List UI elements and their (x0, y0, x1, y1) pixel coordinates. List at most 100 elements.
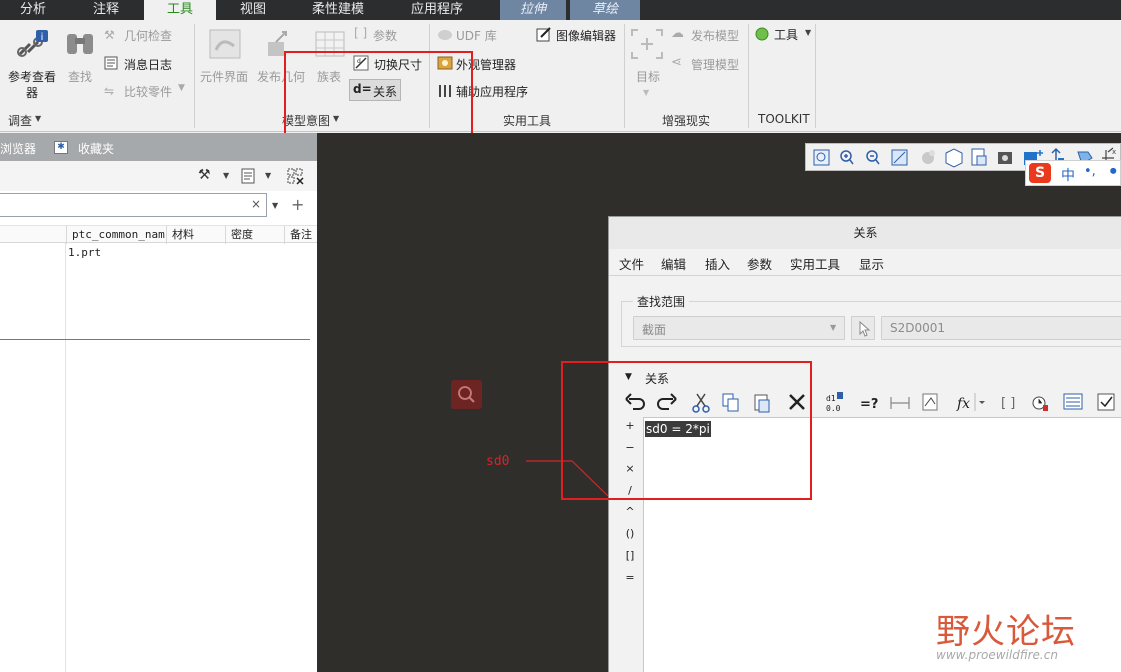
divider (609, 275, 1121, 276)
target-icon (631, 29, 663, 59)
tab-tools[interactable]: 工具 (144, 0, 216, 20)
udf-library-button[interactable]: UDF 库 (456, 27, 497, 44)
toolkit-group-label: TOOLKIT (758, 112, 810, 126)
search-icon (458, 386, 475, 403)
component-interface-button[interactable]: 元件界面 (200, 68, 248, 85)
chevron-down-icon[interactable]: ▼ (178, 83, 185, 93)
parameters-icon: [ ] (354, 26, 368, 40)
menu-insert[interactable]: 插入 (705, 254, 730, 273)
column-header-notes[interactable]: 备注 (284, 226, 317, 244)
tools-icon[interactable]: ⚒ (198, 167, 211, 183)
tab-sketch[interactable]: 草绘 (570, 0, 640, 20)
ime-toolbar: S 中 •, ⏺ (1025, 160, 1121, 186)
operator-parentheses-button[interactable]: () (623, 527, 637, 540)
investigate-group-label[interactable]: 调查 (8, 112, 32, 129)
operator-power-button[interactable]: ^ (623, 505, 637, 518)
manage-model-button[interactable]: 管理模型 (691, 56, 739, 73)
refit-icon[interactable] (813, 149, 830, 166)
operator-brackets-button[interactable]: [] (623, 549, 637, 562)
chevron-down-icon[interactable]: ▼ (272, 201, 278, 210)
ime-punctuation-toggle[interactable]: •, (1084, 164, 1096, 179)
chevron-down-icon[interactable]: ▼ (35, 114, 41, 123)
column-header-density[interactable]: 密度 (225, 226, 283, 244)
target-button[interactable]: 目标 (636, 68, 660, 85)
lookin-select[interactable]: 截面 ▼ (633, 316, 845, 340)
column-divider (65, 243, 66, 672)
find-button[interactable]: 查找 (68, 68, 92, 85)
utilities-group-label: 实用工具 (503, 114, 552, 128)
tab-annotate[interactable]: 注释 (74, 0, 138, 20)
menu-file[interactable]: 文件 (619, 254, 644, 273)
cloud-upload-icon: ☁ (671, 26, 684, 41)
local-parameters-icon[interactable] (1032, 396, 1048, 411)
ime-mode-toggle[interactable]: 中 (1061, 165, 1075, 185)
lookin-item-field[interactable]: S2D0001 (881, 316, 1121, 340)
ime-logo-icon[interactable]: S (1029, 163, 1051, 183)
tab-analysis[interactable]: 分析 (0, 0, 66, 20)
menu-parameters[interactable]: 参数 (747, 254, 772, 273)
geometry-check-button[interactable]: 几何检查 (124, 27, 172, 44)
operator-equals-button[interactable]: = (623, 571, 637, 584)
tree-settings-icon[interactable] (240, 168, 256, 184)
microphone-icon[interactable]: ⏺ (1110, 164, 1117, 179)
publish-model-button[interactable]: 发布模型 (691, 27, 739, 44)
menu-utilities[interactable]: 实用工具 (790, 254, 840, 273)
graphics-search-button[interactable] (451, 380, 482, 409)
chevron-down-icon[interactable]: ▼ (265, 171, 271, 180)
chevron-down-icon[interactable]: ▼ (805, 28, 811, 37)
panel-toolbar: ⚒ ▼ ▼ (0, 161, 317, 191)
reference-viewer-icon: i (17, 30, 48, 57)
chevron-down-icon[interactable]: ▼ (223, 171, 229, 180)
column-header-name[interactable]: ptc_common_name (66, 226, 165, 244)
svg-text:[ ]: [ ] (1001, 396, 1015, 411)
insert-function-icon[interactable]: fx (956, 393, 985, 412)
spin-center-icon[interactable] (922, 150, 935, 164)
binoculars-icon (67, 34, 93, 54)
select-item-button[interactable] (851, 316, 875, 340)
parameters-button[interactable]: 参数 (373, 27, 397, 44)
tools-dropdown-button[interactable]: 工具 (774, 26, 798, 43)
view-manager-icon[interactable] (971, 148, 987, 166)
tab-applications[interactable]: 应用程序 (394, 0, 480, 20)
table-row[interactable]: 1.prt (68, 246, 101, 259)
svg-text:fx: fx (956, 396, 970, 412)
tab-flexible-modeling[interactable]: 柔性建模 (296, 0, 380, 20)
reference-viewer-button[interactable]: 参考查看 (8, 68, 56, 85)
dimension-label[interactable]: sd0 (486, 454, 509, 469)
udf-library-icon (438, 30, 452, 40)
group-divider (194, 24, 195, 128)
reference-viewer-label-2: 器 (26, 86, 39, 100)
evaluate-icon[interactable]: d10.0 (826, 392, 843, 413)
image-editor-button[interactable]: 图像编辑器 (556, 27, 616, 44)
sort-relations-icon[interactable] (922, 393, 938, 411)
tab-extrude[interactable]: 拉伸 (500, 0, 566, 20)
close-icon[interactable]: × (251, 197, 261, 211)
menu-display[interactable]: 显示 (859, 254, 884, 273)
saved-orientations-icon[interactable] (945, 148, 963, 168)
check-relations-icon[interactable] (1097, 393, 1115, 411)
display-style-icon[interactable] (998, 152, 1012, 164)
insert-dimension-icon[interactable] (890, 397, 910, 409)
verify-relations-icon[interactable]: =? (860, 397, 878, 412)
component-interface-icon (209, 29, 241, 59)
compare-parts-button[interactable]: 比较零件 (124, 83, 172, 100)
insert-parameter-icon[interactable]: [ ] (1001, 396, 1015, 411)
tab-browser[interactable]: 浏览器 (0, 140, 36, 157)
menu-edit[interactable]: 编辑 (661, 254, 686, 273)
tab-view[interactable]: 视图 (222, 0, 284, 20)
tree-filter-icon[interactable] (286, 167, 306, 185)
repaint-icon[interactable] (891, 149, 908, 166)
dialog-title[interactable]: 关系 (609, 217, 1121, 249)
insert-from-list-icon[interactable] (1063, 393, 1083, 410)
tab-favorites[interactable]: 收藏夹 (78, 140, 114, 157)
add-icon[interactable]: + (291, 195, 304, 214)
message-log-button[interactable]: 消息日志 (124, 56, 172, 73)
tree-search-input[interactable]: × (0, 193, 267, 217)
image-editor-icon (536, 27, 551, 42)
column-header-material[interactable]: 材料 (166, 226, 224, 244)
zoom-out-icon[interactable] (866, 150, 880, 165)
geometry-check-icon: ⚒ (104, 28, 115, 42)
group-divider (748, 24, 749, 128)
chevron-down-icon[interactable]: ▼ (643, 88, 649, 97)
zoom-in-icon[interactable] (840, 150, 854, 165)
